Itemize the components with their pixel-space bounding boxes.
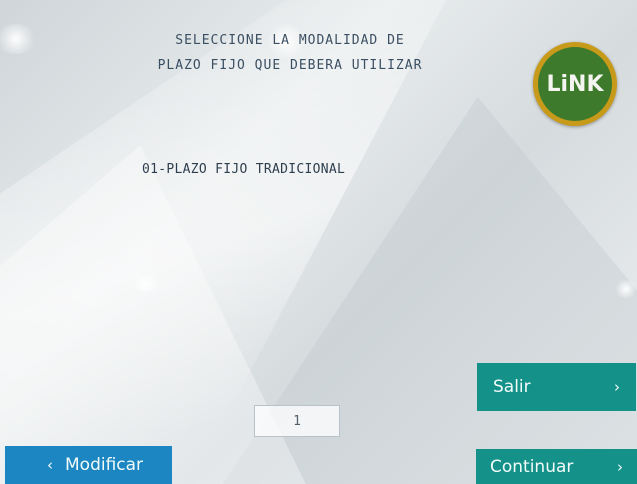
chevron-right-icon: › (614, 378, 620, 396)
chevron-left-icon: ‹ (47, 456, 53, 474)
atm-screen: SELECCIONE LA MODALIDAD DE PLAZO FIJO QU… (0, 0, 637, 484)
modificar-button[interactable]: ‹ Modificar (5, 446, 172, 484)
screen-glare (614, 280, 637, 298)
chevron-right-icon: › (617, 457, 623, 476)
page-number-value: 1 (293, 413, 301, 429)
page-number-indicator: 1 (254, 405, 340, 437)
option-plazo-fijo-tradicional[interactable]: 01-PLAZO FIJO TRADICIONAL (142, 162, 345, 177)
link-logo-text: LiNK (546, 71, 604, 97)
page-title-line-1: SELECCIONE LA MODALIDAD DE (175, 33, 405, 48)
page-title-line-2: PLAZO FIJO QUE DEBERA UTILIZAR (157, 58, 423, 73)
screen-glare (130, 276, 162, 292)
salir-button[interactable]: Salir › (477, 363, 636, 411)
continuar-button[interactable]: Continuar › (476, 449, 637, 484)
continuar-button-label: Continuar (490, 456, 574, 477)
salir-button-label: Salir (493, 377, 531, 397)
link-logo: LiNK (533, 42, 617, 126)
link-logo-inner: LiNK (538, 47, 612, 121)
modificar-button-label: Modificar (65, 455, 144, 475)
